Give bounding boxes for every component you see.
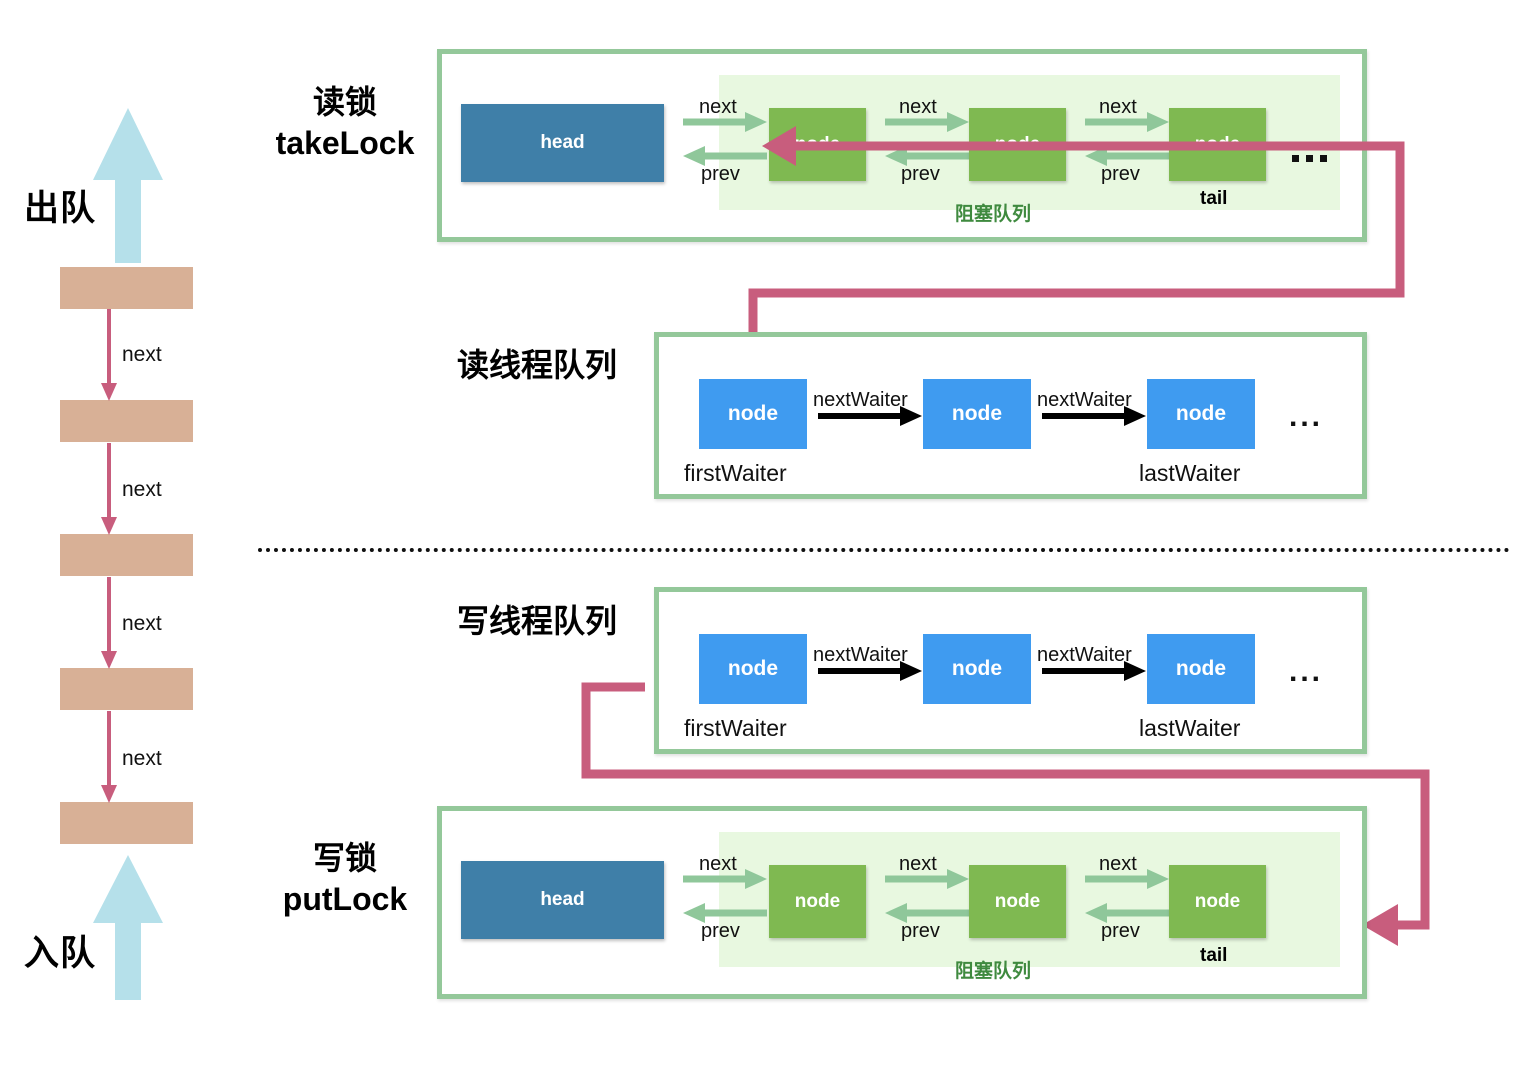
put-lock-blocking-queue-label: 阻塞队列	[955, 961, 1032, 982]
write-queue-next-waiter-label: nextWaiter	[1037, 644, 1132, 666]
queue-next-arrow-icon	[101, 711, 117, 803]
put-lock-prev-arrow-icon	[885, 903, 969, 923]
queue-item-box	[60, 534, 193, 576]
put-lock-prev-label: prev	[901, 920, 940, 942]
queue-item-box	[60, 400, 193, 442]
put-lock-prev-label: prev	[701, 920, 740, 942]
queue-item-box	[60, 267, 193, 309]
take-lock-head-box: head	[461, 104, 664, 182]
read-queue-next-waiter-label: nextWaiter	[1037, 389, 1132, 411]
take-lock-next-label: next	[699, 96, 737, 118]
queue-next-arrow-icon	[101, 443, 117, 535]
queue-item-box	[60, 668, 193, 710]
queue-next-label: next	[122, 747, 162, 770]
put-lock-next-arrow-icon	[1085, 869, 1169, 889]
queue-next-label: next	[122, 343, 162, 366]
put-lock-label-line2: putLock	[282, 880, 408, 917]
take-lock-next-arrow-icon	[885, 112, 969, 132]
put-lock-next-label: next	[899, 853, 937, 875]
put-lock-next-label: next	[1099, 853, 1137, 875]
put-lock-label: 写锁 putLock	[250, 838, 440, 920]
take-lock-label-line1: 读锁	[312, 84, 377, 120]
read-queue-next-waiter-label: nextWaiter	[813, 389, 908, 411]
put-lock-prev-arrow-icon	[1085, 903, 1169, 923]
put-lock-prev-arrow-icon	[683, 903, 767, 923]
dequeue-arrow-icon	[93, 108, 163, 263]
queue-next-label: next	[122, 478, 162, 501]
write-thread-queue-label: 写线程队列	[456, 603, 617, 639]
read-queue-node: node	[923, 379, 1031, 449]
section-divider	[258, 548, 1510, 552]
read-queue-last-node: node	[1147, 379, 1255, 449]
put-lock-prev-label: prev	[1101, 920, 1140, 942]
put-lock-next-arrow-icon	[683, 869, 767, 889]
read-queue-last-waiter-label: lastWaiter	[1139, 460, 1241, 486]
put-lock-label-line1: 写锁	[312, 840, 377, 876]
queue-next-arrow-icon	[101, 577, 117, 669]
take-lock-next-arrow-icon	[1085, 112, 1169, 132]
read-queue-first-node: node	[699, 379, 807, 449]
take-lock-next-arrow-icon	[683, 112, 767, 132]
take-lock-label: 读锁 takeLock	[250, 82, 440, 164]
put-lock-next-arrow-icon	[885, 869, 969, 889]
take-lock-next-label: next	[1099, 96, 1137, 118]
take-lock-next-label: next	[899, 96, 937, 118]
read-thread-queue-label: 读线程队列	[456, 347, 617, 383]
put-lock-node: node	[969, 865, 1066, 938]
put-lock-next-label: next	[699, 853, 737, 875]
put-lock-node: node	[769, 865, 866, 938]
read-queue-ellipsis: ...	[1289, 400, 1324, 433]
queue-next-arrow-icon	[101, 309, 117, 401]
take-lock-prev-label: prev	[701, 163, 740, 185]
take-lock-label-line2: takeLock	[275, 124, 415, 161]
write-queue-next-waiter-label: nextWaiter	[813, 644, 908, 666]
queue-item-box	[60, 802, 193, 844]
put-lock-tail-node: node	[1169, 865, 1266, 938]
put-lock-head-box: head	[461, 861, 664, 939]
enqueue-arrow-icon	[93, 855, 163, 1000]
dequeue-label: 出队	[24, 189, 97, 228]
read-queue-first-waiter-label: firstWaiter	[684, 460, 787, 486]
enqueue-label: 入队	[24, 934, 97, 973]
queue-next-label: next	[122, 612, 162, 635]
put-lock-tail-label: tail	[1200, 945, 1228, 966]
